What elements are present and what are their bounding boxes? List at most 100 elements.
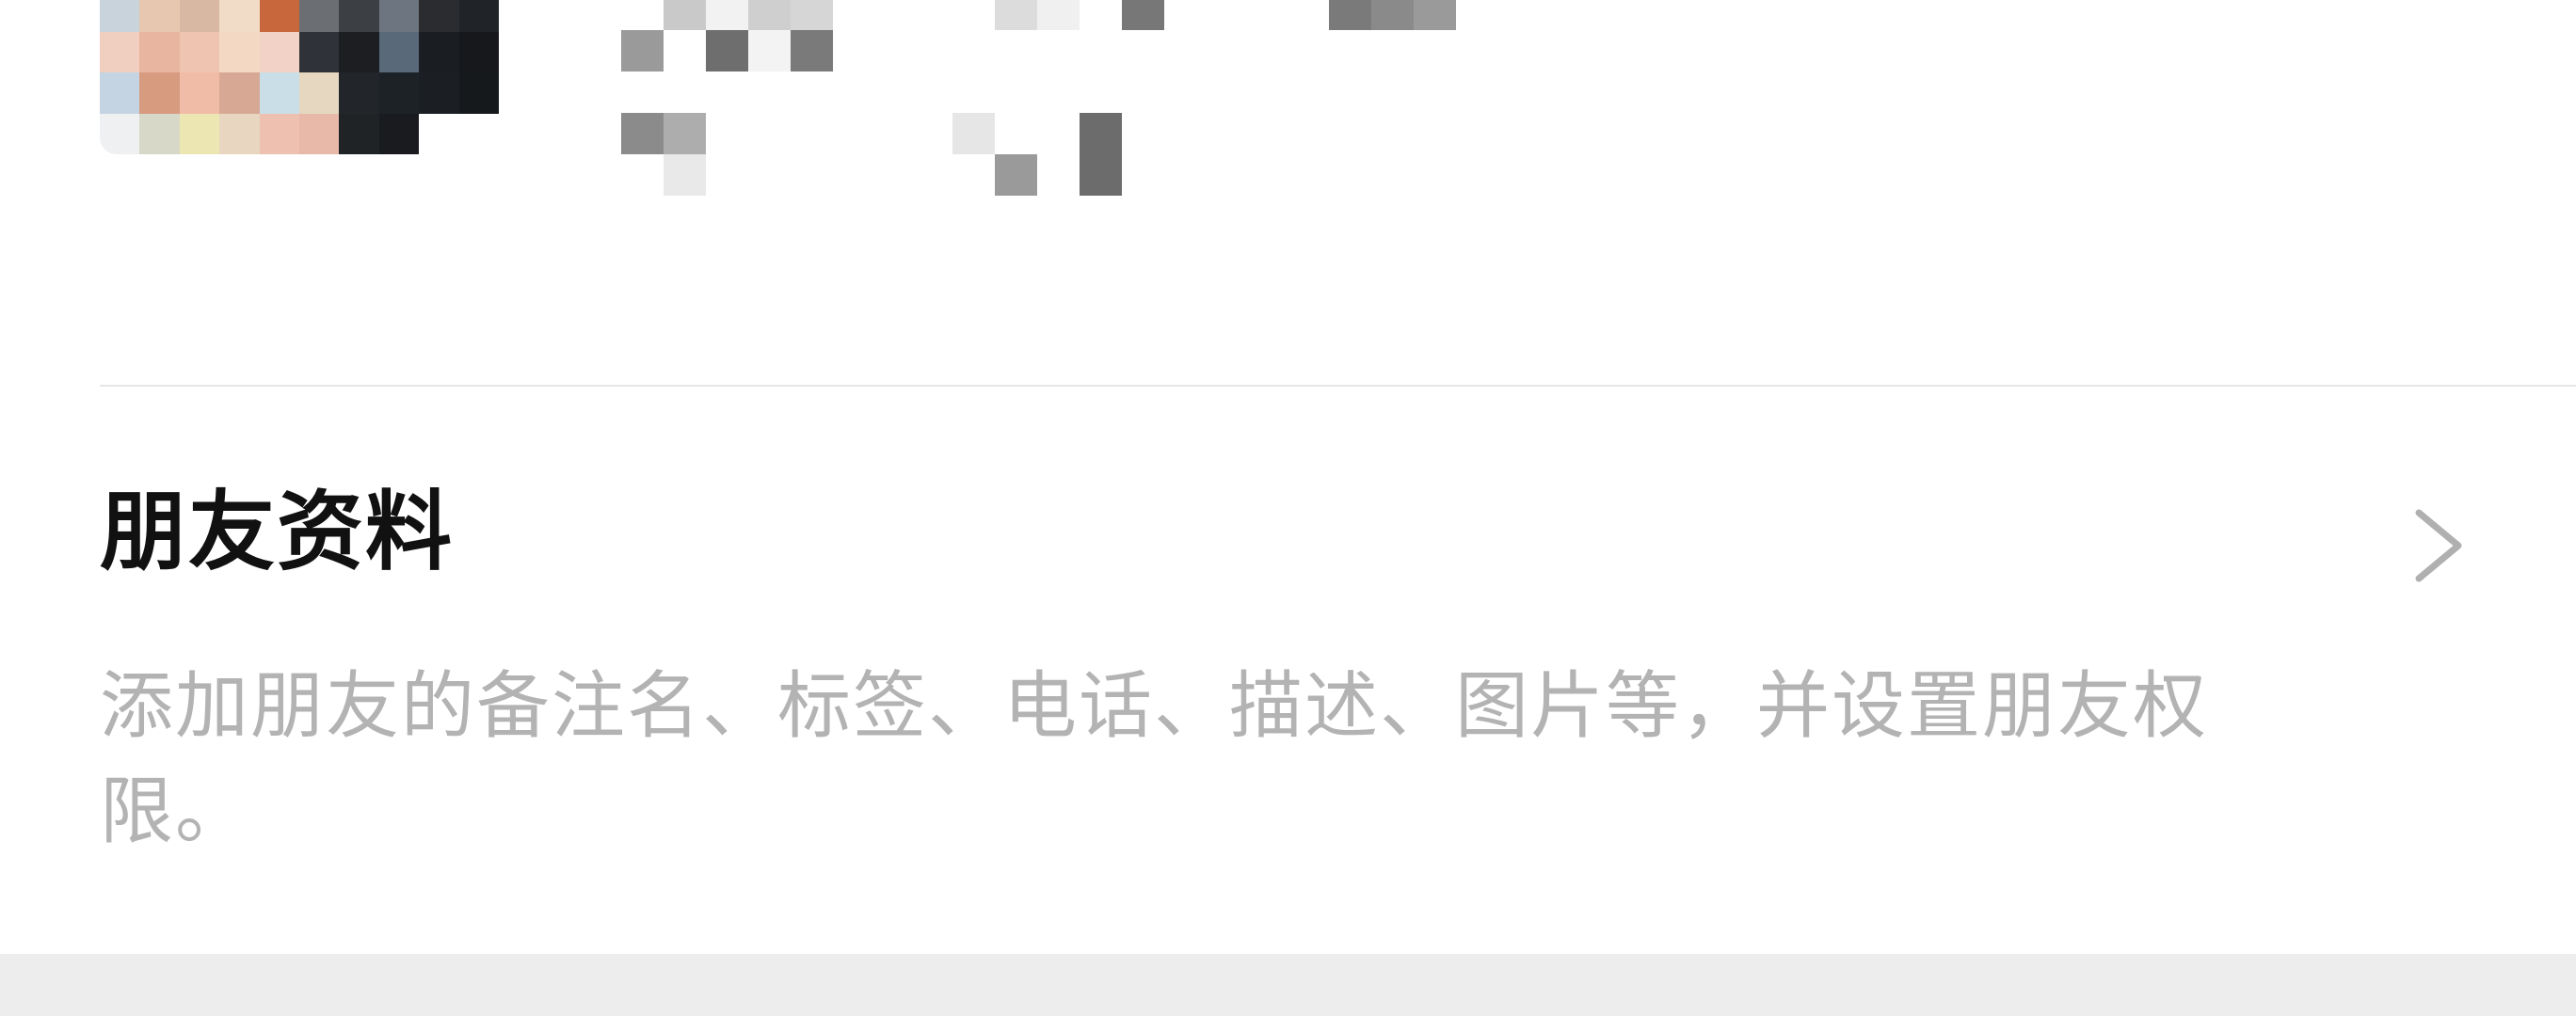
mosaic-pixel [833,71,875,113]
mosaic-pixel [179,0,220,32]
mosaic-pixel [419,113,459,154]
divider [100,385,2576,387]
mosaic-pixel [1414,0,1456,30]
mosaic-pixel [995,71,1037,113]
mosaic-pixel [1122,0,1164,30]
mosaic-pixel [952,113,995,154]
mosaic-pixel [952,71,995,113]
contact-detail-page: 朋友资料 添加朋友的备注名、标签、电话、描述、图片等，并设置朋友权限。 [0,0,2576,1016]
mosaic-pixel [1329,0,1371,30]
mosaic-pixel [419,0,459,32]
mosaic-pixel [791,0,833,30]
mosaic-pixel [1080,154,1122,196]
mosaic-pixel [1080,71,1122,113]
friend-profile-title[interactable]: 朋友资料 [100,489,454,576]
mosaic-pixel [299,31,340,72]
mosaic-pixel [179,72,220,114]
mosaic-pixel [748,30,791,71]
mosaic-pixel [378,72,420,114]
mosaic-pixel [100,113,140,154]
contact-info-censored [1329,0,1498,30]
mosaic-pixel [1037,154,1080,196]
mosaic-pixel [664,71,706,113]
mosaic-pixel [1080,0,1122,30]
chevron-right-icon[interactable] [2406,503,2472,588]
mosaic-pixel [664,0,706,30]
mosaic-pixel [791,71,833,113]
mosaic-pixel [139,72,180,114]
mosaic-pixel [995,154,1037,196]
mosaic-pixel [621,154,664,196]
mosaic-pixel [621,0,664,30]
mosaic-pixel [1080,113,1122,154]
mosaic-pixel [664,30,706,71]
mosaic-pixel [706,154,748,196]
friend-profile-description: 添加朋友的备注名、标签、电话、描述、图片等，并设置朋友权限。 [100,664,2209,854]
mosaic-pixel [339,31,379,72]
mosaic-pixel [299,113,340,154]
mosaic-pixel [1122,113,1164,154]
mosaic-pixel [139,0,180,32]
mosaic-pixel [219,72,260,114]
avatar[interactable] [100,0,499,154]
mosaic-pixel [621,113,664,154]
mosaic-pixel [259,0,299,32]
mosaic-pixel [664,113,706,154]
mosaic-pixel [748,71,791,113]
mosaic-pixel [621,71,664,113]
contact-name-censored [621,0,875,196]
mosaic-pixel [748,0,791,30]
mosaic-pixel [419,72,459,114]
mosaic-pixel [706,0,748,30]
mosaic-pixel [378,113,420,154]
mosaic-pixel [791,154,833,196]
mosaic-pixel [748,154,791,196]
mosaic-pixel [1037,0,1080,30]
mosaic-pixel [1122,154,1164,196]
mosaic-pixel [706,71,748,113]
mosaic-pixel [995,30,1037,71]
mosaic-pixel [100,31,140,72]
mosaic-pixel [378,31,420,72]
mosaic-pixel [458,0,499,32]
mosaic-pixel [621,30,664,71]
mosaic-pixel [833,30,875,71]
mosaic-pixel [1037,113,1080,154]
mosaic-pixel [339,113,379,154]
mosaic-pixel [706,113,748,154]
mosaic-pixel [458,31,499,72]
mosaic-pixel [791,113,833,154]
mosaic-pixel [339,0,379,32]
mosaic-pixel [706,30,748,71]
mosaic-pixel [299,0,340,32]
mosaic-pixel [259,113,299,154]
mosaic-pixel [378,0,420,32]
mosaic-pixel [139,31,180,72]
mosaic-pixel [664,154,706,196]
mosaic-pixel [219,0,260,32]
mosaic-pixel [259,31,299,72]
mosaic-pixel [1037,30,1080,71]
mosaic-pixel [339,72,379,114]
mosaic-pixel [219,113,260,154]
mosaic-pixel [139,113,180,154]
mosaic-pixel [952,154,995,196]
mosaic-pixel [458,72,499,114]
mosaic-pixel [952,0,995,30]
section-separator-band [0,954,2576,1016]
mosaic-pixel [1080,30,1122,71]
contact-id-censored [952,0,1164,196]
mosaic-pixel [833,113,875,154]
mosaic-pixel [833,154,875,196]
mosaic-pixel [1122,30,1164,71]
mosaic-pixel [179,31,220,72]
mosaic-pixel [833,0,875,30]
mosaic-pixel [219,31,260,72]
mosaic-pixel [259,72,299,114]
mosaic-pixel [791,30,833,71]
mosaic-pixel [1037,71,1080,113]
mosaic-pixel [419,31,459,72]
mosaic-pixel [1456,0,1498,30]
mosaic-pixel [100,72,140,114]
mosaic-pixel [1122,71,1164,113]
